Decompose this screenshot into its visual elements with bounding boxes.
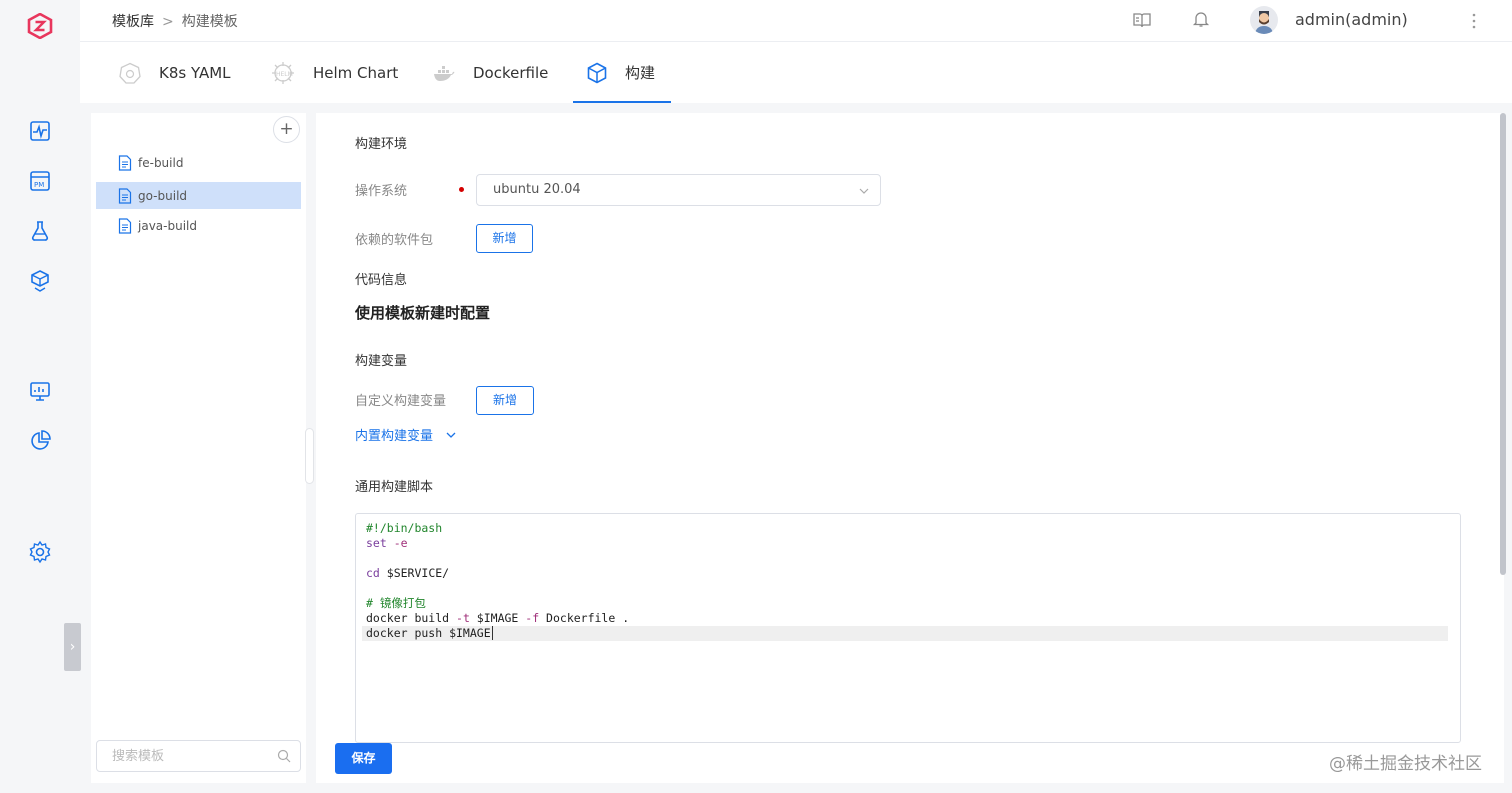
- svg-text:PM: PM: [34, 181, 44, 189]
- template-name: fe-build: [138, 155, 184, 170]
- section-title-build-script: 通用构建脚本: [355, 480, 434, 495]
- builtin-vars-toggle[interactable]: 内置构建变量: [355, 425, 457, 444]
- search-icon[interactable]: [277, 749, 291, 763]
- tab-label: 构建: [625, 64, 656, 82]
- list-item[interactable]: fe-build: [96, 149, 301, 176]
- os-select-value: ubuntu 20.04: [493, 182, 581, 197]
- docs-book-icon[interactable]: [1132, 10, 1152, 30]
- breadcrumb-separator: >: [162, 14, 174, 30]
- top-bar: 模板库 > 构建模板 admin(admin): [80, 0, 1512, 42]
- left-rail: PM ›: [0, 0, 81, 793]
- tab-k8s-yaml[interactable]: K8s YAML: [119, 42, 231, 103]
- template-name: java-build: [138, 218, 197, 233]
- code-info-note: 使用模板新建时配置: [355, 304, 491, 322]
- required-dot: [459, 187, 464, 192]
- bell-icon[interactable]: [1191, 9, 1211, 29]
- breadcrumb-root[interactable]: 模板库: [112, 14, 154, 30]
- code-text: docker push $IMAGE: [366, 626, 491, 640]
- section-title-build-vars: 构建变量: [355, 354, 408, 369]
- tab-label: Dockerfile: [473, 63, 549, 82]
- tab-label: Helm Chart: [313, 63, 399, 82]
- panel-resize-handle[interactable]: [305, 428, 314, 484]
- text-cursor: [491, 626, 493, 640]
- deps-label: 依赖的软件包: [355, 233, 434, 248]
- section-title-build-env: 构建环境: [355, 137, 408, 152]
- code-text: docker build: [366, 611, 457, 625]
- list-item[interactable]: java-build: [96, 212, 301, 239]
- template-type-tabs: K8s YAML HELM Helm Chart Dockerfile 构建: [80, 42, 1512, 103]
- search-input[interactable]: [112, 741, 272, 771]
- add-variable-button[interactable]: 新增: [476, 386, 534, 415]
- breadcrumb-current: 构建模板: [181, 14, 238, 30]
- file-icon: [118, 187, 132, 204]
- os-label: 操作系统: [355, 184, 408, 199]
- code-keyword: cd: [366, 566, 380, 580]
- builtin-vars-label: 内置构建变量: [355, 429, 434, 444]
- code-flag: -t: [456, 611, 470, 625]
- zadig-logo[interactable]: [27, 13, 53, 39]
- code-comment: # 镜像打包: [366, 596, 426, 610]
- page-scrollbar[interactable]: [1500, 113, 1506, 575]
- sidebar-expand-toggle[interactable]: ›: [64, 623, 81, 671]
- pm-icon[interactable]: PM: [28, 169, 52, 193]
- chevron-down-icon: [446, 432, 456, 438]
- pie-chart-icon[interactable]: [28, 429, 52, 453]
- file-icon: [118, 154, 132, 171]
- code-line: set -e: [366, 536, 1448, 551]
- script-editor[interactable]: #!/bin/bash set -e cd $SERVICE/ # 镜像打包 d…: [355, 513, 1461, 743]
- avatar[interactable]: [1250, 6, 1278, 34]
- os-select[interactable]: ubuntu 20.04: [476, 174, 881, 206]
- code-text: Dockerfile .: [539, 611, 630, 625]
- user-avatar-icon: [1255, 11, 1273, 34]
- template-name: go-build: [138, 188, 188, 203]
- add-package-button[interactable]: 新增: [476, 224, 533, 253]
- code-text: $SERVICE/: [379, 566, 450, 580]
- cube-icon: [587, 62, 607, 83]
- watermark: @稀土掘金技术社区: [1329, 754, 1482, 774]
- tab-label: K8s YAML: [159, 63, 231, 82]
- code-keyword: set: [366, 536, 387, 550]
- code-line: docker build -t $IMAGE -f Dockerfile .: [366, 611, 1448, 626]
- add-template-button[interactable]: +: [273, 116, 300, 143]
- chevron-down-icon: [859, 188, 869, 194]
- template-search: [96, 740, 301, 772]
- code-line: #!/bin/bash: [366, 521, 1448, 536]
- section-title-code-info: 代码信息: [355, 273, 408, 288]
- tab-build[interactable]: 构建: [572, 42, 672, 103]
- docker-icon: [434, 65, 455, 81]
- code-text: $IMAGE: [469, 611, 526, 625]
- user-name[interactable]: admin(admin): [1295, 10, 1408, 29]
- code-flag: -f: [525, 611, 540, 625]
- more-vertical-icon[interactable]: [1466, 11, 1482, 31]
- code-comment: #!/bin/bash: [366, 521, 443, 535]
- build-template-form: 构建环境 操作系统 ubuntu 20.04 依赖的软件包 新增 代码信息 使用…: [316, 113, 1504, 783]
- package-icon[interactable]: [28, 269, 52, 293]
- helm-icon: HELM: [272, 61, 294, 84]
- monitor-icon[interactable]: [28, 119, 52, 143]
- svg-text:HELM: HELM: [276, 71, 293, 78]
- code-line: # 镜像打包: [366, 596, 1448, 611]
- list-item[interactable]: go-build: [96, 182, 301, 209]
- code-line-current: docker push $IMAGE: [362, 626, 1448, 641]
- dashboard-icon[interactable]: [28, 379, 52, 403]
- k8s-icon: [119, 62, 141, 84]
- template-list-panel: + fe-build go-build java-build: [91, 113, 306, 783]
- code-flag: -e: [386, 536, 408, 550]
- tab-dockerfile[interactable]: Dockerfile: [433, 42, 548, 103]
- breadcrumb: 模板库 > 构建模板: [112, 11, 238, 31]
- code-line: cd $SERVICE/: [366, 566, 1448, 581]
- file-icon: [118, 217, 132, 234]
- custom-vars-label: 自定义构建变量: [355, 394, 447, 409]
- save-button[interactable]: 保存: [335, 743, 392, 774]
- settings-icon[interactable]: [28, 540, 52, 564]
- code-content: #!/bin/bash set -e cd $SERVICE/ # 镜像打包 d…: [362, 521, 1448, 641]
- tab-helm-chart[interactable]: HELM Helm Chart: [271, 42, 398, 103]
- flask-icon[interactable]: [28, 219, 52, 243]
